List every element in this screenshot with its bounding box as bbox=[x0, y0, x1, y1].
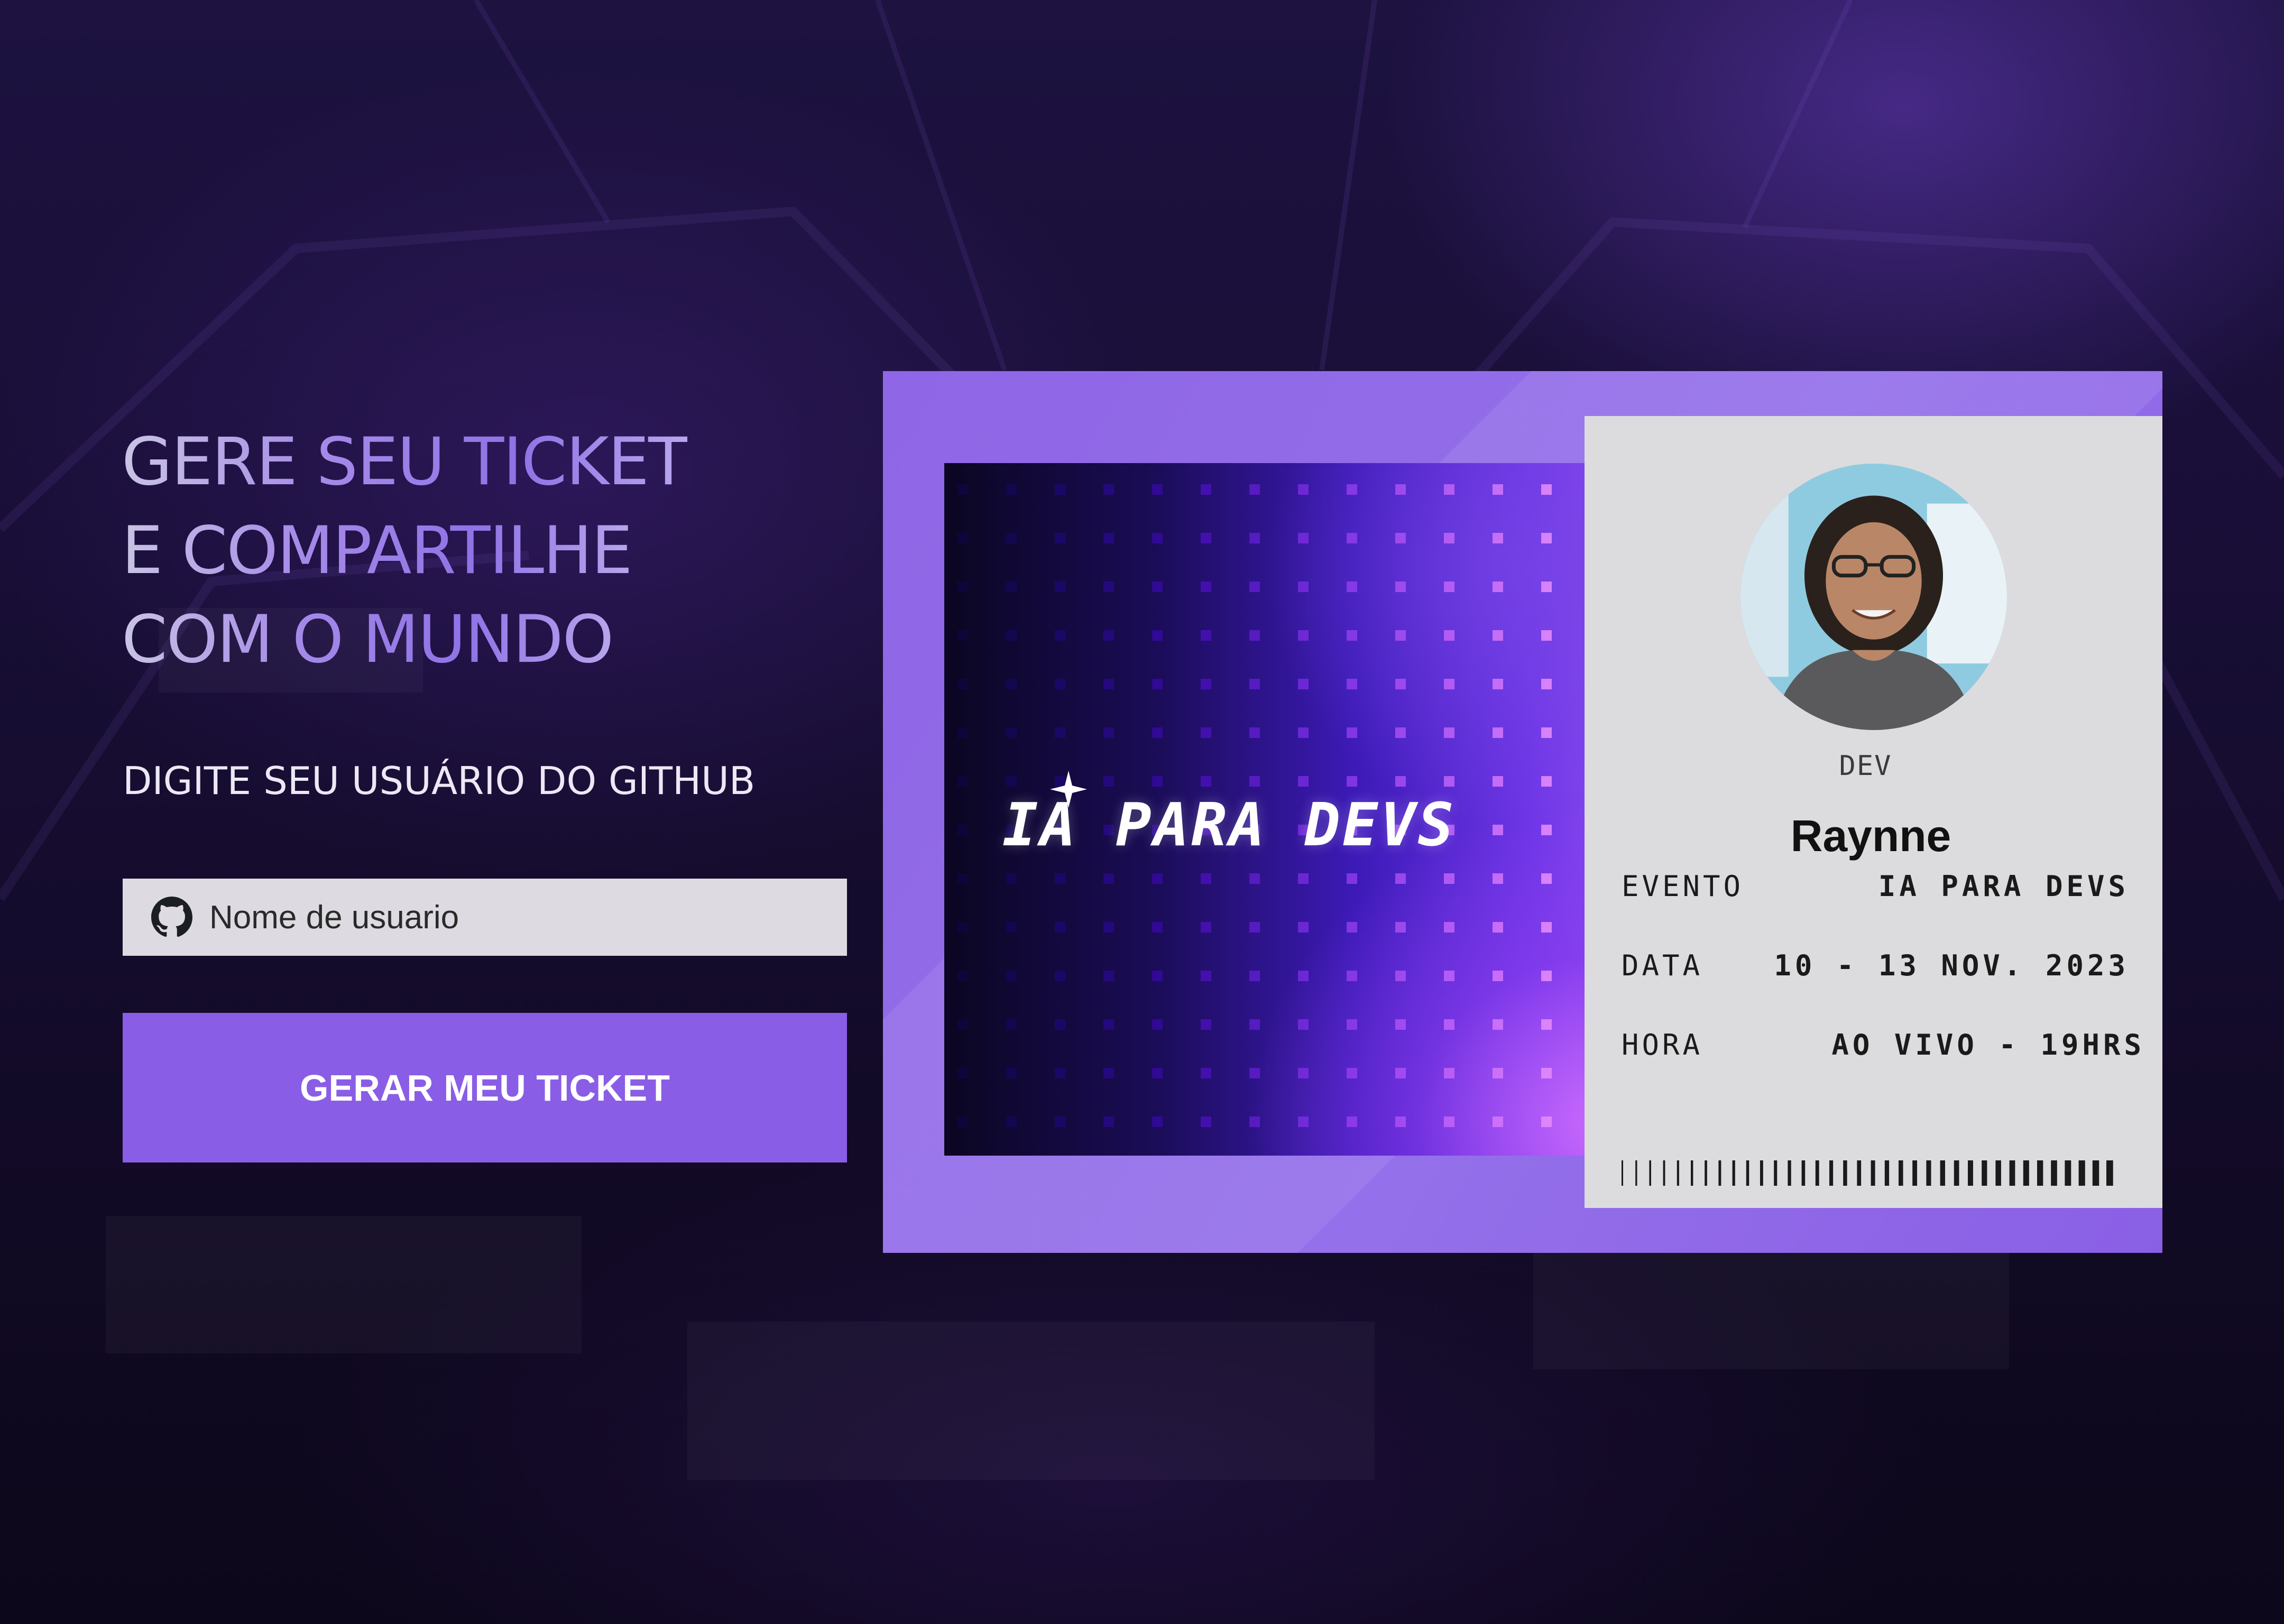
github-icon bbox=[151, 897, 192, 937]
attendee-role: DEV bbox=[1839, 750, 1892, 782]
event-banner: IA PARA DEVS bbox=[944, 463, 1632, 1156]
attendee-card: DEV Raynne EVENTO IA PARA DEVS DATA 10 -… bbox=[1585, 416, 2162, 1208]
ticket-row-hora: HORA AO VIVO - 19HRS bbox=[1622, 1028, 2145, 1062]
event-label: EVENTO bbox=[1622, 870, 1744, 903]
date-value: 10 - 13 NOV. 2023 bbox=[1774, 949, 2129, 982]
time-label: HORA bbox=[1622, 1028, 1703, 1062]
date-label: DATA bbox=[1622, 949, 1703, 982]
headline: GERE SEU TICKET E COMPARTILHE COM O MUND… bbox=[122, 418, 915, 684]
username-field[interactable] bbox=[123, 879, 847, 956]
github-prompt-label: DIGITE SEU USUÁRIO DO GITHUB bbox=[123, 759, 756, 803]
ticket-row-data: DATA 10 - 13 NOV. 2023 bbox=[1622, 949, 2129, 982]
attendee-name: Raynne bbox=[1790, 811, 1951, 861]
generate-ticket-button[interactable]: GERAR MEU TICKET bbox=[123, 1013, 847, 1162]
event-logo: IA PARA DEVS bbox=[1002, 791, 1456, 860]
avatar-photo bbox=[1740, 464, 2007, 730]
avatar bbox=[1740, 464, 2007, 730]
headline-line-1: GERE SEU TICKET bbox=[122, 418, 688, 506]
event-value: IA PARA DEVS bbox=[1878, 870, 2129, 903]
headline-line-3: COM O MUNDO bbox=[122, 595, 614, 684]
ticket-row-evento: EVENTO IA PARA DEVS bbox=[1622, 870, 2129, 903]
time-value: AO VIVO - 19HRS bbox=[1831, 1028, 2145, 1062]
ticket: IA PARA DEVS DEV Raynne EVENTO IA PARA D… bbox=[883, 371, 2162, 1253]
headline-line-2: E COMPARTILHE bbox=[122, 506, 633, 595]
barcode bbox=[1622, 1160, 2113, 1186]
username-input[interactable] bbox=[209, 879, 791, 956]
